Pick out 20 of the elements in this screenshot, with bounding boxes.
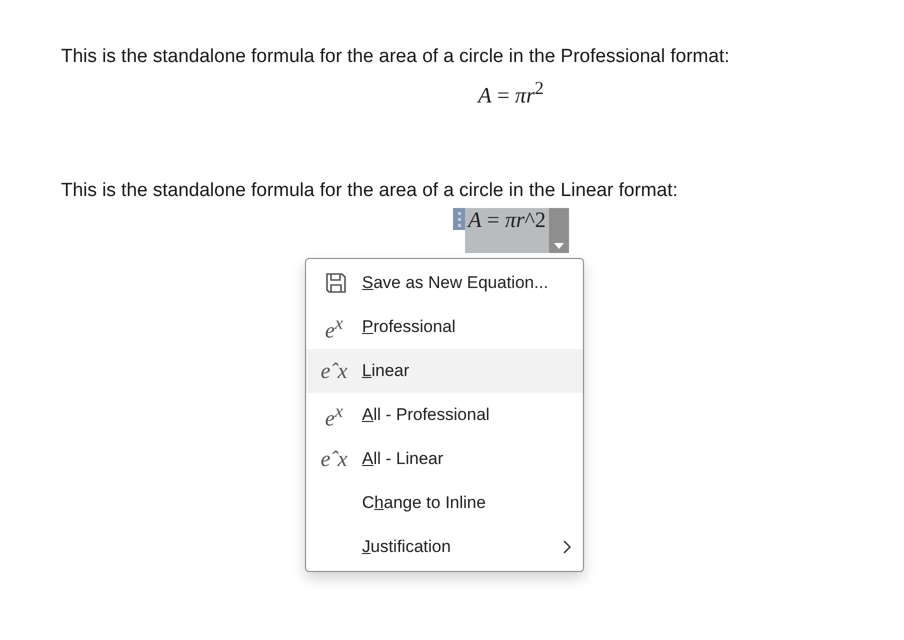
- equation-format-icon: e$^{x}$: [325, 398, 343, 432]
- equation-format-icon: eˆx: [320, 446, 348, 472]
- equation-format-icon: eˆx: [320, 358, 348, 384]
- menu-item[interactable]: e$^{x}$ All - Professional: [306, 393, 583, 437]
- equation-handle[interactable]: [453, 208, 466, 230]
- menu-item[interactable]: Save as New Equation...: [306, 261, 583, 305]
- paragraph: This is the standalone formula for the area of a circle in the Linear format:: [61, 179, 679, 203]
- equation: A = πr$^{2}$: [478, 77, 544, 110]
- save-icon: [325, 272, 347, 294]
- menu-item[interactable]: Change to Inline: [306, 481, 583, 525]
- equation-options-button[interactable]: [548, 208, 569, 253]
- caret-icon: [554, 243, 564, 249]
- menu-item[interactable]: e$^{x}$ Professional: [306, 305, 583, 349]
- chevron-right-icon: [563, 540, 571, 554]
- menu-item[interactable]: Justification: [306, 525, 583, 569]
- equation[interactable]: A = πr^2: [465, 208, 549, 253]
- paragraph: This is the standalone formula for the area of a circle in the Professional format:: [61, 45, 730, 69]
- equation-format-icon: e$^{x}$: [325, 310, 343, 344]
- menu-item[interactable]: eˆx All - Linear: [306, 437, 583, 481]
- menu-item[interactable]: eˆx Linear: [306, 349, 583, 393]
